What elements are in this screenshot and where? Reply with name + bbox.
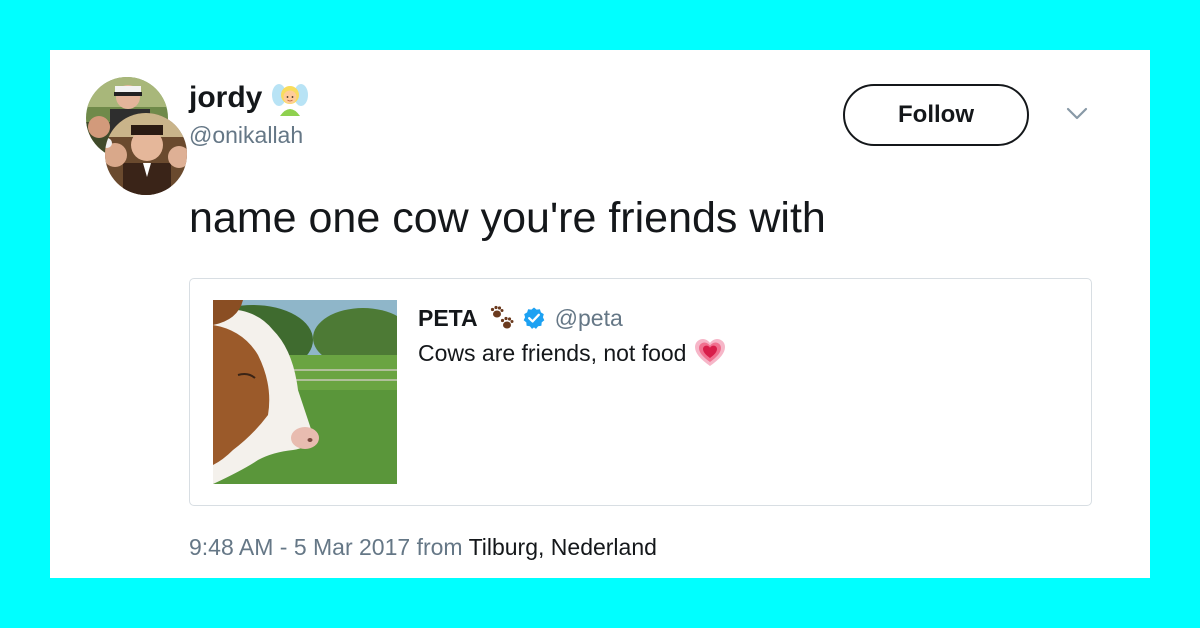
author-handle[interactable]: @onikallah <box>189 120 303 150</box>
author-avatar[interactable] <box>85 77 189 195</box>
paw-prints-emoji <box>490 305 514 329</box>
quoted-tweet[interactable]: PETA @peta Cows are friends, not food <box>189 278 1092 506</box>
tweet-text: name one cow you're friends with <box>189 194 826 242</box>
tweet-timestamp: 9:48 AM - 5 Mar 2017 from Tilburg, Neder… <box>189 532 657 562</box>
fairy-emoji <box>272 84 309 116</box>
quoted-handle: @peta <box>554 304 623 331</box>
follow-button-label: Follow <box>898 101 974 128</box>
quoted-text-content: Cows are friends, not food <box>418 339 687 366</box>
follow-button[interactable]: Follow <box>843 84 1029 146</box>
timestamp-from: from <box>416 534 463 560</box>
verified-badge-icon <box>523 307 544 329</box>
quoted-header: PETA @peta <box>418 303 623 333</box>
quoted-display-name: PETA <box>418 304 478 331</box>
growing-heart-emoji <box>695 339 726 366</box>
cow-in-field-photo <box>213 300 397 484</box>
timestamp-time-date[interactable]: 9:48 AM - 5 Mar 2017 <box>189 534 410 560</box>
chevron-down-icon[interactable] <box>1065 106 1089 122</box>
tweet-card: jordy @onikallah Follow name one cow you… <box>50 50 1150 578</box>
author-name-text: jordy <box>189 81 263 114</box>
tweet-location[interactable]: Tilburg, Nederland <box>469 534 657 560</box>
quoted-tweet-text: Cows are friends, not food <box>418 337 726 369</box>
author-display-name[interactable]: jordy <box>189 80 309 116</box>
